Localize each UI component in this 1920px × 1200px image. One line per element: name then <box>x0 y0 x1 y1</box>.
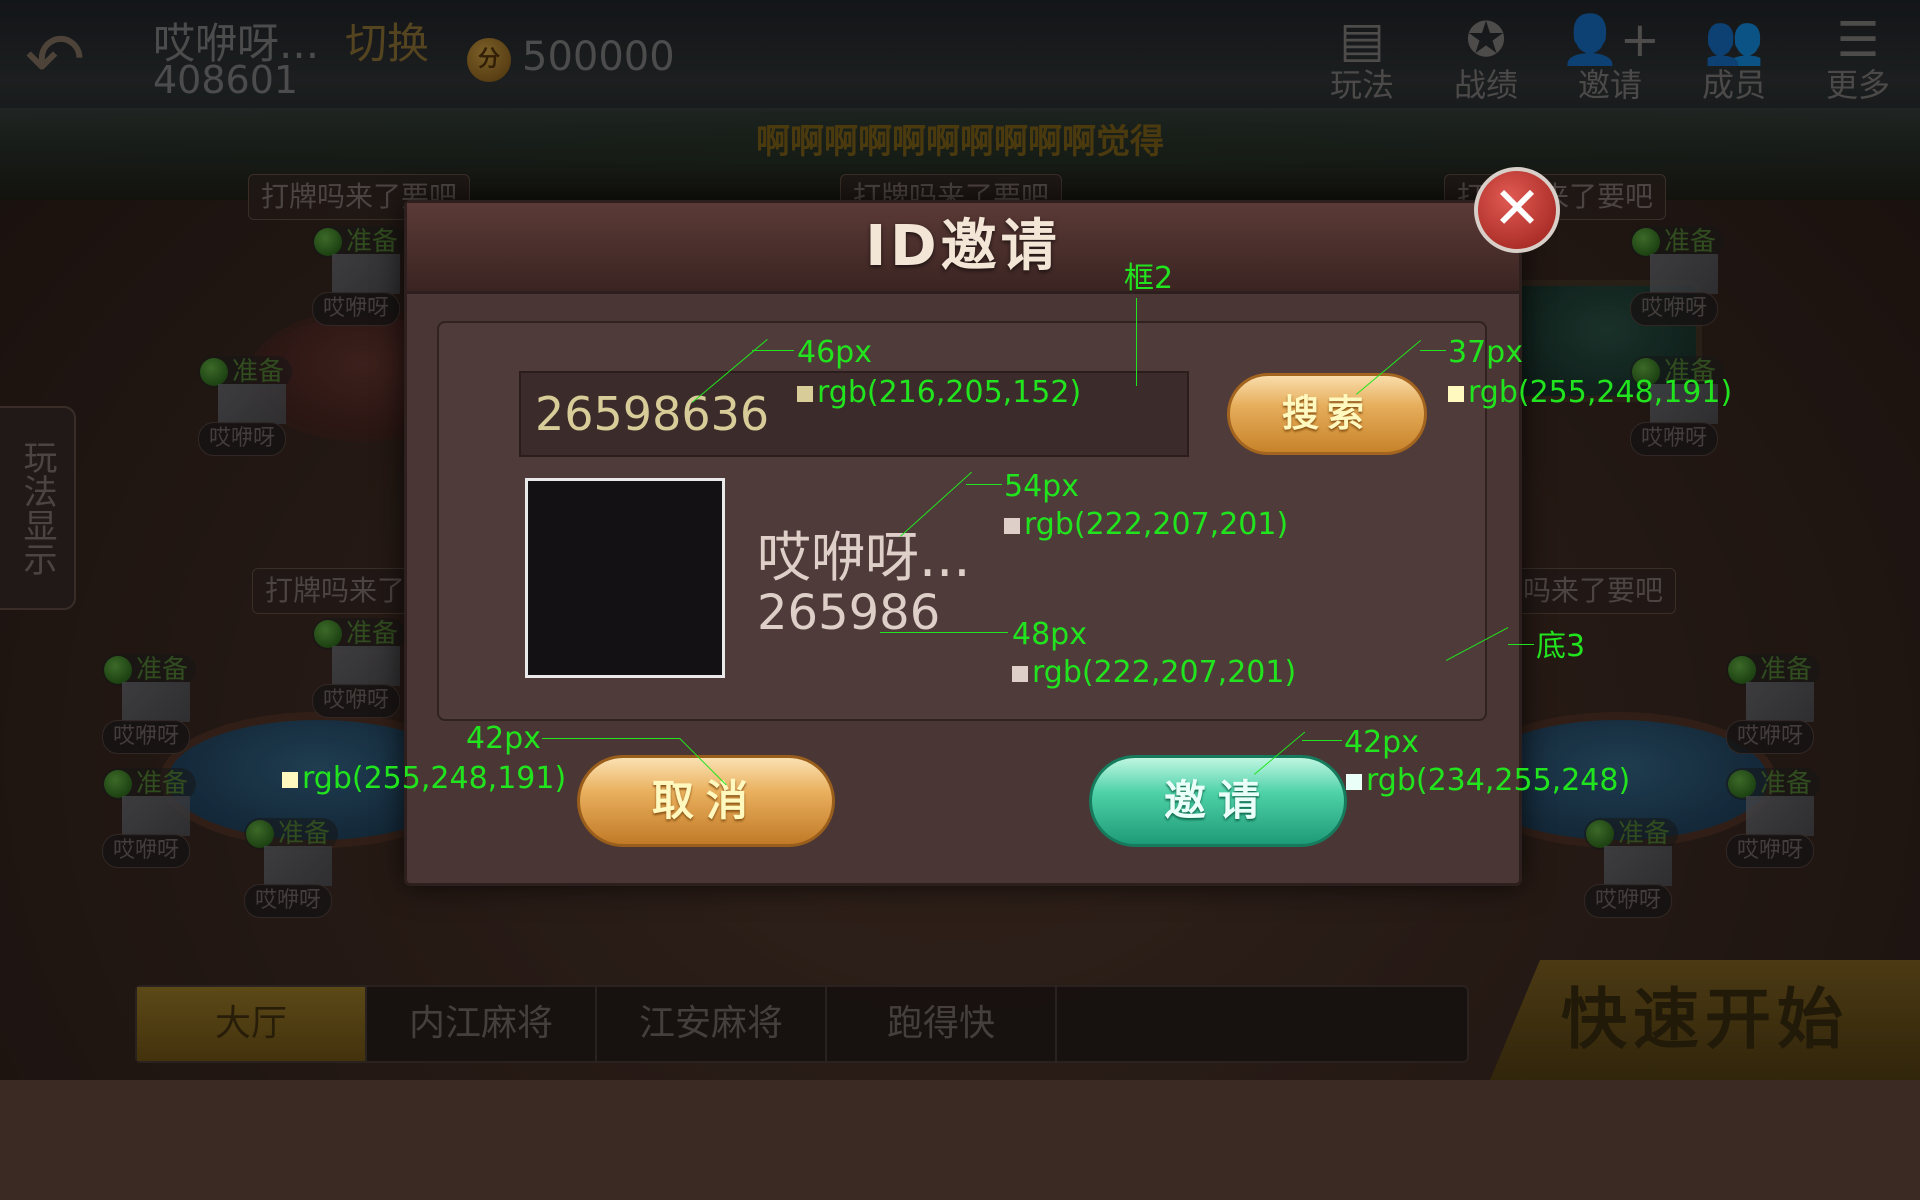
color-swatch <box>1448 385 1464 402</box>
guide-line <box>1508 644 1534 645</box>
spec-size: 42px <box>1344 725 1419 760</box>
spec-color: rgb(222,207,201) <box>1004 508 1288 542</box>
spec-color: rgb(216,205,152) <box>797 376 1081 410</box>
frame-label: 底3 <box>1536 629 1586 664</box>
color-swatch <box>1012 665 1028 682</box>
cancel-button[interactable]: 取消 <box>577 755 835 847</box>
spec-color-value: rgb(234,255,248) <box>1366 763 1631 798</box>
guide-line <box>1302 740 1342 741</box>
spec-size: 42px <box>466 721 541 756</box>
color-swatch <box>1004 517 1020 534</box>
guide-line <box>752 350 794 351</box>
guide-line <box>542 738 680 739</box>
spec-size: 37px <box>1448 335 1523 370</box>
spec-color-value: rgb(255,248,191) <box>302 761 567 796</box>
dialog-title: ID邀请 <box>865 214 1061 279</box>
guide-line <box>966 484 1002 485</box>
spec-color-value: rgb(255,248,191) <box>1468 375 1733 410</box>
frame-label: 框2 <box>1124 261 1174 296</box>
close-icon[interactable]: ✕ <box>1474 167 1560 253</box>
spec-size: 48px <box>1012 617 1087 652</box>
spec-color-value: rgb(222,207,201) <box>1024 507 1289 542</box>
color-swatch <box>282 771 298 788</box>
spec-color: rgb(255,248,191) <box>1448 376 1732 410</box>
spec-size: 54px <box>1004 469 1079 504</box>
result-player-name: 哎咿呀... <box>757 526 971 589</box>
spec-color: rgb(255,248,191) <box>282 762 566 796</box>
avatar <box>525 478 725 678</box>
spec-color-value: rgb(222,207,201) <box>1032 655 1297 690</box>
spec-size: 46px <box>797 335 872 370</box>
guide-line <box>1420 350 1446 351</box>
guide-line <box>1136 298 1137 386</box>
search-button[interactable]: 搜索 <box>1227 373 1427 455</box>
color-swatch <box>1346 773 1362 790</box>
spec-color-value: rgb(216,205,152) <box>817 375 1082 410</box>
guide-line <box>880 632 1008 633</box>
color-swatch <box>797 385 813 402</box>
spec-color: rgb(234,255,248) <box>1346 764 1630 798</box>
spec-color: rgb(222,207,201) <box>1012 656 1296 690</box>
invite-button[interactable]: 邀请 <box>1089 755 1347 847</box>
